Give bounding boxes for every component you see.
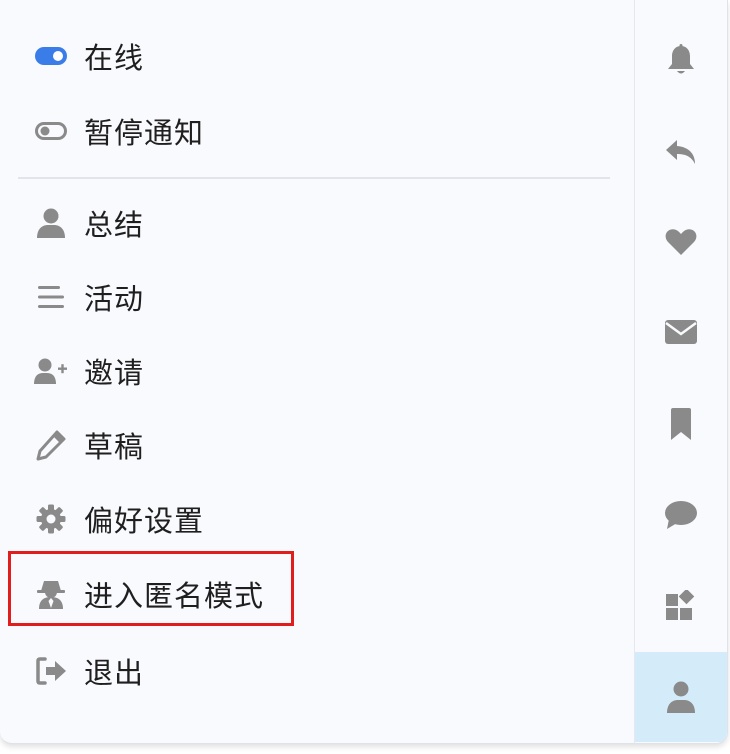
menu-item-activity[interactable]: 活动: [34, 275, 144, 319]
menu-item-label: 偏好设置: [84, 504, 205, 538]
bars-icon: [34, 280, 68, 314]
gear-icon: [34, 502, 68, 536]
menu-item-preferences[interactable]: 偏好设置: [34, 497, 204, 541]
user-icon: [667, 681, 695, 713]
profile-button[interactable]: [635, 652, 727, 742]
bell-icon: [666, 44, 696, 76]
quick-access-rail: [634, 0, 727, 743]
status-online-label: 在线: [84, 41, 145, 75]
pause-notifications-label: 暂停通知: [84, 116, 205, 150]
menu-item-drafts[interactable]: 草稿: [34, 423, 144, 467]
pause-notifications-toggle[interactable]: 暂停通知: [34, 109, 204, 153]
comment-icon: [665, 501, 697, 529]
menu-divider: [18, 177, 610, 179]
bookmarks-button[interactable]: [635, 379, 727, 469]
reply-icon: [665, 138, 697, 166]
pencil-icon: [34, 428, 68, 462]
menu-item-label: 总结: [84, 208, 145, 242]
shapes-icon: [666, 590, 696, 620]
notifications-button[interactable]: [635, 15, 727, 105]
apps-button[interactable]: [635, 560, 727, 650]
highlight-annotation: [8, 551, 294, 626]
menu-item-label: 邀请: [84, 356, 145, 390]
menu-item-label: 草稿: [84, 430, 145, 464]
user-icon: [34, 206, 68, 240]
likes-button[interactable]: [635, 197, 727, 287]
user-menu: 在线 暂停通知 总结 活动 邀请 草稿 偏好设置 进入匿名模式 退出: [0, 0, 634, 743]
bookmark-icon: [669, 408, 693, 440]
menu-item-label: 活动: [84, 282, 145, 316]
toggle-on-icon: [34, 39, 68, 73]
menu-item-summary[interactable]: 总结: [34, 201, 144, 245]
messages-button[interactable]: [635, 287, 727, 377]
sign-out-icon: [34, 654, 68, 688]
user-menu-panel: 在线 暂停通知 总结 活动 邀请 草稿 偏好设置 进入匿名模式 退出: [0, 0, 728, 744]
menu-item-logout[interactable]: 退出: [34, 649, 144, 693]
menu-item-invite[interactable]: 邀请: [34, 349, 144, 393]
envelope-icon: [665, 320, 697, 344]
toggle-off-icon: [34, 114, 68, 148]
menu-item-label: 退出: [84, 656, 145, 690]
status-online-toggle[interactable]: 在线: [34, 34, 144, 78]
user-plus-icon: [34, 354, 68, 388]
chat-button[interactable]: [635, 470, 727, 560]
heart-icon: [665, 228, 697, 256]
replies-button[interactable]: [635, 107, 727, 197]
